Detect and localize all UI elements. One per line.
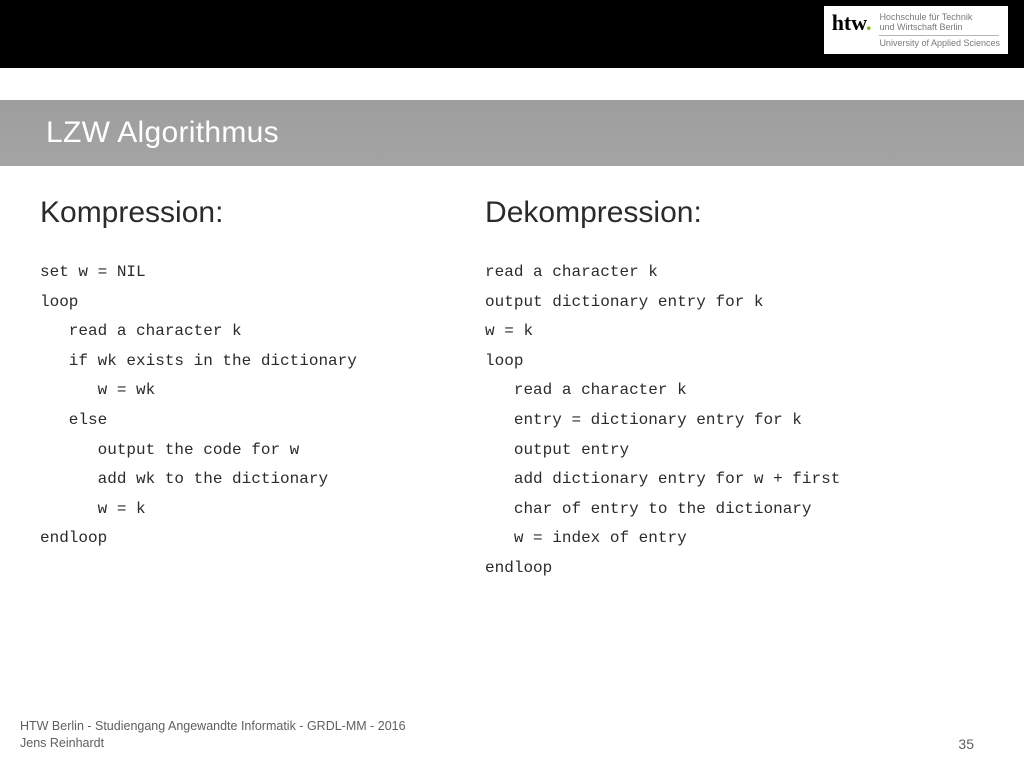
brand-line3: University of Applied Sciences: [879, 38, 1000, 48]
title-band: LZW Algorithmus: [0, 100, 1024, 166]
brand-logo-dot: .: [866, 10, 872, 35]
column-left: Kompression: set w = NIL loop read a cha…: [40, 196, 465, 584]
heading-decompression: Dekompression:: [485, 196, 984, 230]
brand-line2: und Wirtschaft Berlin: [879, 22, 1000, 32]
page-number: 35: [958, 736, 1004, 752]
footer: HTW Berlin - Studiengang Angewandte Info…: [20, 718, 1004, 752]
code-compression: set w = NIL loop read a character k if w…: [40, 258, 465, 554]
brand-block: htw. Hochschule für Technik und Wirtscha…: [824, 6, 1008, 54]
footer-line2: Jens Reinhardt: [20, 735, 406, 752]
brand-line1: Hochschule für Technik: [879, 12, 1000, 22]
heading-compression: Kompression:: [40, 196, 465, 230]
content-area: Kompression: set w = NIL loop read a cha…: [40, 196, 984, 584]
code-decompression: read a character k output dictionary ent…: [485, 258, 984, 584]
footer-left: HTW Berlin - Studiengang Angewandte Info…: [20, 718, 406, 752]
brand-logo: htw.: [832, 10, 872, 36]
slide-title: LZW Algorithmus: [46, 116, 279, 150]
footer-line1: HTW Berlin - Studiengang Angewandte Info…: [20, 718, 406, 735]
brand-separator: [879, 35, 999, 36]
column-right: Dekompression: read a character k output…: [485, 196, 984, 584]
brand-text: Hochschule für Technik und Wirtschaft Be…: [879, 10, 1000, 48]
brand-logo-text: htw: [832, 10, 866, 35]
